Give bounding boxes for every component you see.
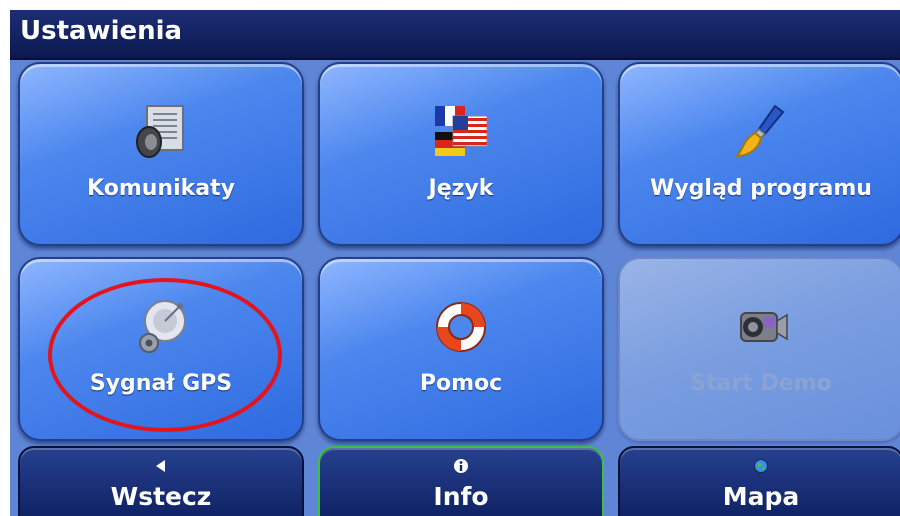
paintbrush-icon [734, 104, 785, 158]
title-bar: Ustawienia [10, 10, 900, 60]
start-demo-label: Start Demo [690, 371, 832, 396]
pomoc-label: Pomoc [419, 371, 503, 396]
back-label: Wstecz [110, 482, 212, 511]
wyglad-programu-label: Wygląd programu [650, 176, 872, 201]
start-demo-button[interactable]: Start Demo [618, 257, 900, 441]
jezyk-button[interactable]: Język [318, 62, 604, 246]
flags-icon [435, 106, 488, 156]
komunikaty-label: Komunikaty [87, 176, 235, 201]
page-title: Ustawienia [20, 16, 183, 46]
info-label: Info [433, 482, 489, 511]
back-arrow-icon [156, 460, 165, 472]
komunikaty-button[interactable]: Komunikaty [18, 62, 304, 246]
back-button[interactable]: Wstecz [18, 446, 304, 516]
settings-screen: Ustawienia Komunikaty Język Wygląd progr… [10, 10, 900, 516]
globe-icon [754, 459, 768, 473]
map-button[interactable]: Mapa [618, 446, 900, 516]
pomoc-button[interactable]: Pomoc [318, 257, 604, 441]
video-camera-icon [740, 312, 788, 342]
jezyk-label: Język [428, 176, 494, 201]
highlight-ellipse [48, 278, 282, 432]
map-label: Mapa [722, 482, 800, 511]
speaker-icon [136, 105, 184, 158]
wyglad-programu-button[interactable]: Wygląd programu [618, 62, 900, 246]
info-icon [454, 459, 468, 473]
info-button[interactable]: Info [318, 446, 604, 516]
lifebuoy-icon [436, 302, 486, 352]
